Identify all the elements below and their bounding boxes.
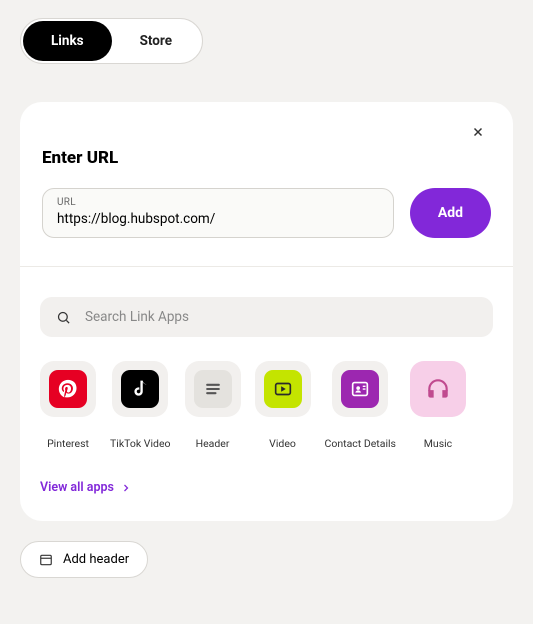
app-label: Pinterest bbox=[40, 437, 96, 450]
music-icon bbox=[425, 376, 451, 402]
add-header-label: Add header bbox=[63, 552, 129, 567]
card-title: Enter URL bbox=[20, 102, 513, 168]
url-input[interactable] bbox=[57, 211, 379, 227]
tab-links[interactable]: Links bbox=[23, 21, 112, 61]
app-label: Video bbox=[255, 437, 311, 450]
header-icon bbox=[203, 379, 223, 399]
app-label: Header bbox=[185, 437, 241, 450]
add-header-button[interactable]: Add header bbox=[20, 541, 148, 578]
app-pinterest[interactable]: Pinterest bbox=[40, 361, 96, 450]
close-icon bbox=[471, 125, 485, 139]
url-input-wrapper[interactable]: URL bbox=[42, 188, 394, 238]
app-header[interactable]: Header bbox=[185, 361, 241, 450]
chevron-right-icon bbox=[120, 482, 132, 494]
add-button[interactable]: Add bbox=[410, 188, 491, 238]
pinterest-icon bbox=[57, 378, 79, 400]
search-input[interactable] bbox=[85, 309, 477, 325]
apps-list: Pinterest TikTok Video Header Video Cont… bbox=[20, 337, 513, 450]
view-all-link[interactable]: View all apps bbox=[20, 450, 513, 521]
app-label: Contact Details bbox=[325, 437, 396, 450]
app-tiktok[interactable]: TikTok Video bbox=[110, 361, 171, 450]
app-contact[interactable]: Contact Details bbox=[325, 361, 396, 450]
search-icon bbox=[56, 310, 71, 325]
video-icon bbox=[272, 378, 294, 400]
app-label: Music bbox=[410, 437, 466, 450]
app-music[interactable]: Music bbox=[410, 361, 466, 450]
url-card: Enter URL URL Add Pinterest TikTok Video bbox=[20, 102, 513, 521]
header-outline-icon bbox=[39, 553, 53, 567]
contact-icon bbox=[349, 378, 371, 400]
divider bbox=[20, 266, 513, 267]
app-video[interactable]: Video bbox=[255, 361, 311, 450]
tab-store[interactable]: Store bbox=[112, 21, 200, 61]
tiktok-icon bbox=[130, 379, 150, 399]
tabs-nav: Links Store bbox=[20, 18, 203, 64]
app-label: TikTok Video bbox=[110, 437, 171, 450]
search-bar[interactable] bbox=[40, 297, 493, 337]
view-all-label: View all apps bbox=[40, 480, 114, 495]
close-button[interactable] bbox=[471, 124, 485, 143]
url-label: URL bbox=[57, 197, 379, 208]
